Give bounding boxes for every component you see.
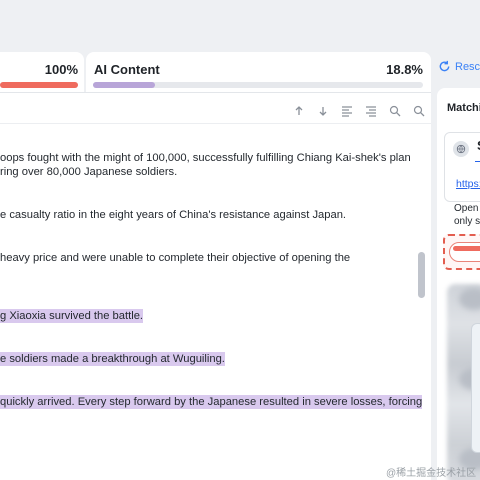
plagiarism-progress-bar (0, 82, 78, 88)
source-open-text: Open only s (454, 202, 480, 228)
tab-ai-content[interactable]: AI Content 18.8% (86, 52, 431, 92)
zoom-out-icon[interactable] (411, 103, 427, 119)
scrollbar-thumb[interactable] (418, 252, 425, 298)
ai-content-percent: 18.8% (386, 62, 423, 77)
highlighted-paragraph[interactable]: e soldiers made a breakthrough at Wuguil… (0, 352, 225, 366)
toolbar-divider (0, 123, 431, 124)
paragraph: e casualty ratio in the eight years of C… (0, 208, 346, 222)
refresh-icon (439, 60, 450, 72)
paragraph: oops fought with the might of 100,000, s… (0, 151, 411, 179)
align-left-icon[interactable] (339, 103, 355, 119)
paragraph-line: ring over 80,000 Japanese soldiers. (0, 166, 178, 178)
open-text-line: Open (454, 203, 479, 214)
side-card (471, 323, 480, 453)
paragraph-line: oops fought with the might of 100,000, s… (0, 152, 411, 164)
top-strip (0, 0, 480, 44)
rescan-label: Resc (455, 60, 480, 73)
paragraph: heavy price and were unable to complete … (0, 251, 350, 265)
globe-icon (453, 141, 469, 157)
document-toolbar (291, 103, 427, 119)
arrow-up-icon[interactable] (291, 103, 307, 119)
zoom-in-icon[interactable] (387, 103, 403, 119)
highlighted-paragraph[interactable]: g Xiaoxia survived the battle. (0, 309, 144, 323)
align-right-icon[interactable] (363, 103, 379, 119)
ai-content-label: AI Content (94, 62, 160, 77)
match-bar (453, 246, 480, 251)
selected-match-box[interactable] (443, 234, 480, 270)
ai-progress-fill (93, 82, 156, 88)
ai-highlight[interactable]: quickly arrived. Every step forward by t… (0, 395, 423, 409)
source-card[interactable]: S https: (444, 132, 480, 202)
link-underline (475, 161, 480, 162)
ai-highlight[interactable]: g Xiaoxia survived the battle. (0, 309, 144, 323)
watermark: @稀土掘金技术社区 (386, 468, 477, 479)
match-pill (449, 242, 480, 262)
matching-sources-panel: Matchi S https: Open only s (437, 88, 480, 480)
plagiarism-percent: 100% (44, 62, 78, 77)
document-viewer: oops fought with the might of 100,000, s… (0, 92, 431, 480)
highlighted-paragraph[interactable]: quickly arrived. Every step forward by t… (0, 395, 423, 409)
ai-progress-bar (93, 82, 423, 88)
rescan-button[interactable]: Resc (438, 60, 480, 73)
matching-title: Matchi (447, 102, 480, 114)
paragraph-line: heavy price and were unable to complete … (0, 252, 351, 264)
ai-highlight[interactable]: e soldiers made a breakthrough at Wuguil… (0, 352, 225, 366)
paragraph-line: e casualty ratio in the eight years of C… (0, 209, 347, 221)
arrow-down-icon[interactable] (315, 103, 331, 119)
plagiarism-progress-fill (0, 82, 78, 88)
source-link[interactable]: https: (456, 178, 480, 190)
open-text-line: only s (454, 216, 480, 227)
tab-plagiarism[interactable]: 100% (0, 52, 84, 92)
